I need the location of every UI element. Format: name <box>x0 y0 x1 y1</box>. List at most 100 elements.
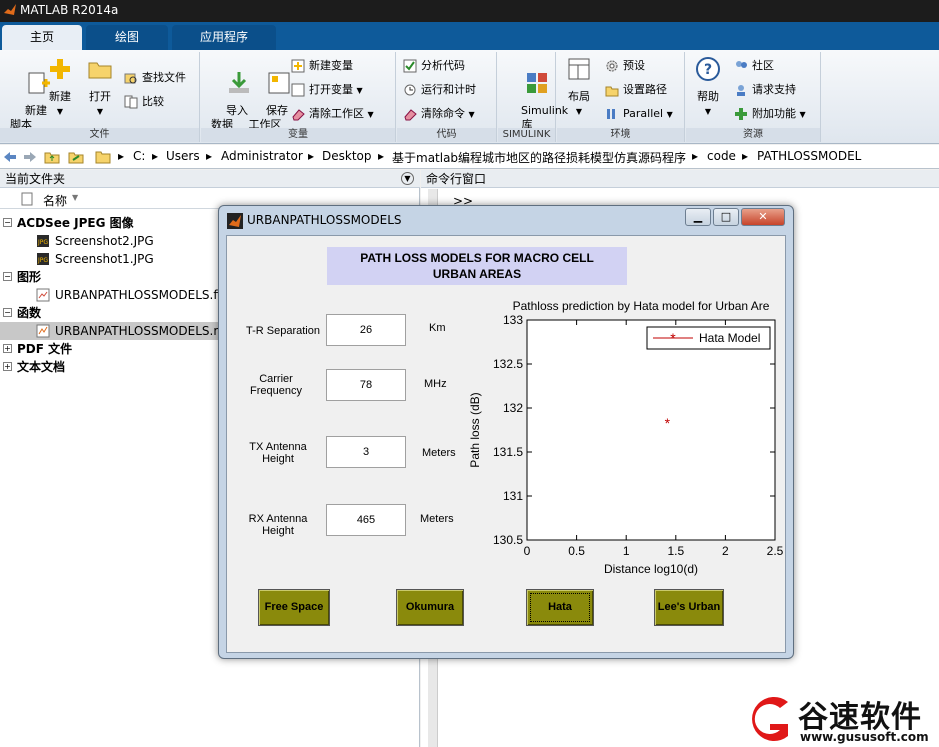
ribbon-group-simulink: Simulink 库 SIMULINK <box>498 52 568 142</box>
forward-arrow-icon[interactable] <box>22 149 38 165</box>
tx-antenna-height-input[interactable]: 3 <box>326 436 406 468</box>
group-title-simulink: SIMULINK <box>498 128 555 142</box>
collapse-icon[interactable]: − <box>3 308 12 317</box>
eraser-icon <box>404 109 417 121</box>
panel-menu-icon[interactable]: ▼ <box>401 172 414 185</box>
set-path-button[interactable]: 设置路径 <box>605 80 667 100</box>
plot-area <box>526 319 776 541</box>
jpg-file-icon: JPG <box>37 253 49 265</box>
collapse-icon[interactable]: − <box>3 218 12 227</box>
request-support-button[interactable]: 请求支持 <box>734 80 796 100</box>
new-button[interactable]: 新建 ▼ <box>44 56 76 119</box>
panel-title: 命令行窗口 <box>426 172 487 186</box>
preferences-button[interactable]: 预设 <box>605 56 645 76</box>
tab-home[interactable]: 主页 <box>2 25 82 50</box>
breadcrumb-separator: ▸ <box>742 149 749 163</box>
open-variable-button[interactable]: 打开变量 ▼ <box>291 80 363 100</box>
breadcrumb-item[interactable]: 基于matlab编程城市地区的路径损耗模型仿真源码程序 <box>392 149 686 166</box>
breadcrumb-item[interactable]: Users <box>166 149 200 163</box>
minimize-button[interactable]: ▁ <box>685 208 711 226</box>
find-files-button[interactable]: 查找文件 <box>124 68 186 88</box>
up-folder-icon[interactable] <box>44 149 60 165</box>
breadcrumb-item[interactable]: Desktop <box>322 149 372 163</box>
current-folder-header: 当前文件夹 ▼ <box>0 170 420 188</box>
group-title-resources: 资源 <box>686 128 820 142</box>
parallel-button[interactable]: Parallel ▼ <box>605 104 673 124</box>
y-tick-label: 133 <box>503 313 523 327</box>
open-button[interactable]: 打开 ▼ <box>84 56 116 119</box>
breadcrumb-separator: ▸ <box>308 149 315 163</box>
open-variable-icon <box>291 83 305 97</box>
rx-antenna-height-unit: Meters <box>420 513 454 525</box>
x-tick-label: 2 <box>722 544 729 558</box>
save-workspace-icon <box>268 72 290 94</box>
chevron-down-icon: ▼ <box>96 107 104 116</box>
chart-title: Pathloss prediction by Hata model for Ur… <box>513 299 770 313</box>
breadcrumb-item[interactable]: C: <box>133 149 145 163</box>
gear-icon <box>606 60 618 72</box>
clear-workspace-button[interactable]: 清除工作区 ▼ <box>291 104 374 124</box>
column-name[interactable]: 名称 <box>43 192 67 209</box>
chevron-down-icon: ▼ <box>468 110 475 119</box>
analyze-code-button[interactable]: 分析代码 <box>403 56 465 76</box>
chevron-down-icon: ▼ <box>799 110 806 119</box>
carrier-frequency-input[interactable]: 78 <box>326 369 406 401</box>
simulink-icon <box>527 73 548 93</box>
okumura-button[interactable]: Okumura <box>396 589 464 626</box>
svg-text:JPG: JPG <box>37 239 48 246</box>
maximize-button[interactable]: □ <box>713 208 739 226</box>
breadcrumb-item[interactable]: Administrator <box>221 149 303 163</box>
breadcrumb-item[interactable]: code <box>707 149 736 163</box>
watermark: 谷速软件 www.gususoft.com <box>740 690 939 747</box>
free-space-button[interactable]: Free Space <box>258 589 330 626</box>
lees-urban-button[interactable]: Lee's Urban <box>654 589 724 626</box>
expand-icon[interactable]: + <box>3 344 12 353</box>
maximize-icon: □ <box>720 210 732 223</box>
jpg-file-icon: JPG <box>37 235 49 247</box>
ribbon-group-resources: ? 帮助 ▼ 社区 请求支持 附加功能 ▼ 资源 <box>686 52 821 142</box>
add-ons-icon <box>735 108 747 120</box>
layout-icon <box>568 58 590 80</box>
breadcrumb-separator: ▸ <box>118 149 125 163</box>
compare-button[interactable]: 比较 <box>124 92 164 112</box>
minimize-icon: ▁ <box>693 210 703 223</box>
hata-button[interactable]: Hata <box>526 589 594 626</box>
close-button[interactable]: ✕ <box>741 208 785 226</box>
tab-plots[interactable]: 绘图 <box>86 25 168 50</box>
new-variable-button[interactable]: 新建变量 <box>291 56 353 76</box>
ribbon-group-variable: 导入 数据 保存 工作区 新建变量 打开变量 ▼ 清除工作区 ▼ 变量 <box>201 52 396 142</box>
y-axis-label: Path loss (dB) <box>468 392 482 467</box>
expand-icon[interactable]: + <box>3 362 12 371</box>
matlab-logo-icon <box>4 4 16 15</box>
figure-title: URBANPATHLOSSMODELS <box>247 213 402 227</box>
collapse-icon[interactable]: − <box>3 272 12 281</box>
y-tick-label: 130.5 <box>493 533 523 547</box>
clear-commands-button[interactable]: 清除命令 ▼ <box>403 104 475 124</box>
compare-icon <box>124 95 138 109</box>
run-and-time-button[interactable]: 运行和计时 <box>403 80 476 100</box>
community-icon <box>736 61 747 68</box>
tab-apps[interactable]: 应用程序 <box>172 25 276 50</box>
legend-entry: Hata Model <box>699 331 760 345</box>
back-arrow-icon[interactable] <box>2 149 18 165</box>
y-tick-label: 132 <box>503 401 523 415</box>
m-file-icon <box>36 324 50 338</box>
tr-separation-label: T-R Separation <box>246 325 320 337</box>
breadcrumb-item[interactable]: PATHLOSSMODEL <box>757 149 861 163</box>
analyze-code-icon <box>403 59 417 73</box>
browse-folder-icon[interactable] <box>68 149 84 165</box>
community-button[interactable]: 社区 <box>734 56 774 76</box>
help-icon: ? <box>696 57 720 81</box>
help-button[interactable]: ? 帮助 ▼ <box>690 56 726 119</box>
group-title-file: 文件 <box>0 128 199 142</box>
figure-content: PATH LOSS MODELS FOR MACRO CELL URBAN AR… <box>226 235 786 653</box>
chevron-down-icon: ▼ <box>704 107 712 116</box>
tx-antenna-height-unit: Meters <box>422 447 456 459</box>
file-type-icon <box>21 192 33 206</box>
x-tick-label: 0 <box>524 544 531 558</box>
layout-button[interactable]: 布局 ▼ <box>561 56 597 119</box>
rx-antenna-height-input[interactable]: 465 <box>326 504 406 536</box>
tr-separation-input[interactable]: 26 <box>326 314 406 346</box>
y-tick-label: 132.5 <box>493 357 523 371</box>
add-ons-button[interactable]: 附加功能 ▼ <box>734 104 806 124</box>
